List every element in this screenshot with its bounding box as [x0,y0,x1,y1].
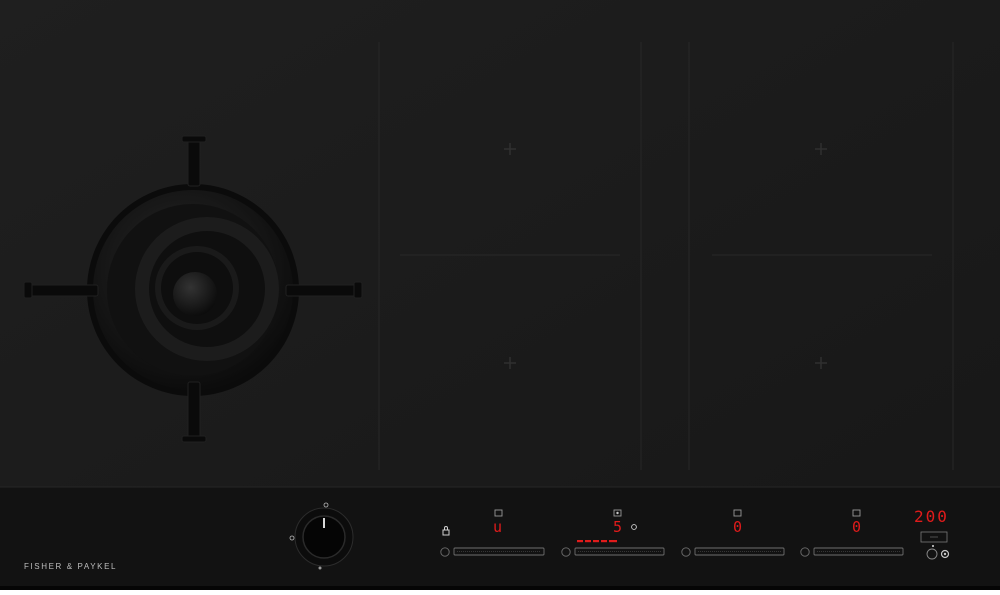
zone-2-level-display: 5 [613,518,624,536]
timer-display: 200 [914,507,949,526]
timer-select-button[interactable] [925,547,939,561]
zone-1-level-display: u [493,518,504,536]
cooktop-surface [0,0,1000,590]
timer-adjust-button[interactable] [919,530,949,544]
zone-4-slider[interactable] [799,546,905,558]
brand-logo: FISHER & PAYKEL [24,562,118,571]
zone-4-level-display: 0 [852,518,863,536]
zone-3-level-display: 0 [733,518,744,536]
lock-button[interactable] [439,525,453,539]
control-strip [0,487,1000,587]
zone-3-slider[interactable] [680,546,786,558]
zone-1-slider[interactable] [439,546,546,558]
power-level-bar [577,540,617,543]
power-button[interactable] [939,548,952,561]
timer-button[interactable] [627,520,641,534]
zone-2-slider[interactable] [560,546,666,558]
gas-knob[interactable] [295,508,353,566]
cooktop [0,0,1000,590]
